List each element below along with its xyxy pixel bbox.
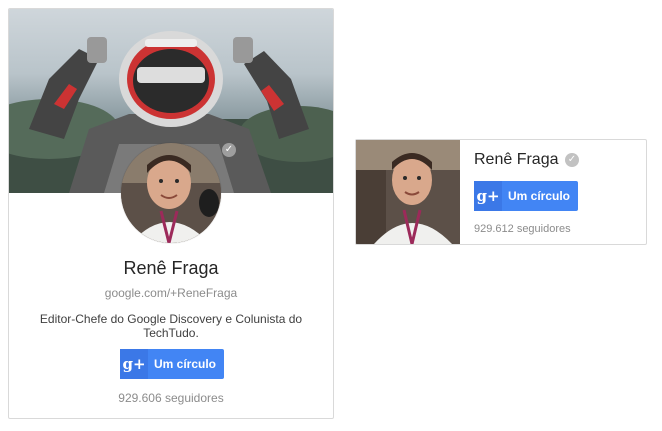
verified-check-icon: ✓	[565, 153, 579, 167]
followers-count: 929.612 seguidores	[474, 223, 571, 235]
profile-name[interactable]: Renê Fraga	[474, 151, 559, 169]
google-plus-icon: g+	[120, 349, 148, 379]
follow-button-label: Um círculo	[508, 189, 571, 203]
profile-badge-small: Renê Fraga ✓ g+ Um círculo 929.612 segui…	[355, 139, 647, 245]
follow-button-label: Um círculo	[154, 357, 217, 371]
add-to-circles-button[interactable]: g+ Um círculo	[474, 181, 578, 211]
google-plus-icon: g+	[474, 181, 502, 211]
avatar[interactable]	[356, 140, 460, 244]
profile-tagline: Editor-Chefe do Google Discovery e Colun…	[39, 312, 303, 340]
profile-name[interactable]: Renê Fraga	[9, 258, 333, 279]
add-to-circles-button[interactable]: g+ Um círculo	[120, 349, 224, 379]
followers-count: 929.606 seguidores	[118, 391, 224, 405]
verified-check-icon: ✓	[222, 143, 236, 157]
avatar[interactable]	[121, 143, 221, 243]
profile-badge-large: ✓ Renê Fraga google.com/+ReneFraga Edito…	[8, 8, 334, 419]
profile-url[interactable]: google.com/+ReneFraga	[9, 286, 333, 300]
